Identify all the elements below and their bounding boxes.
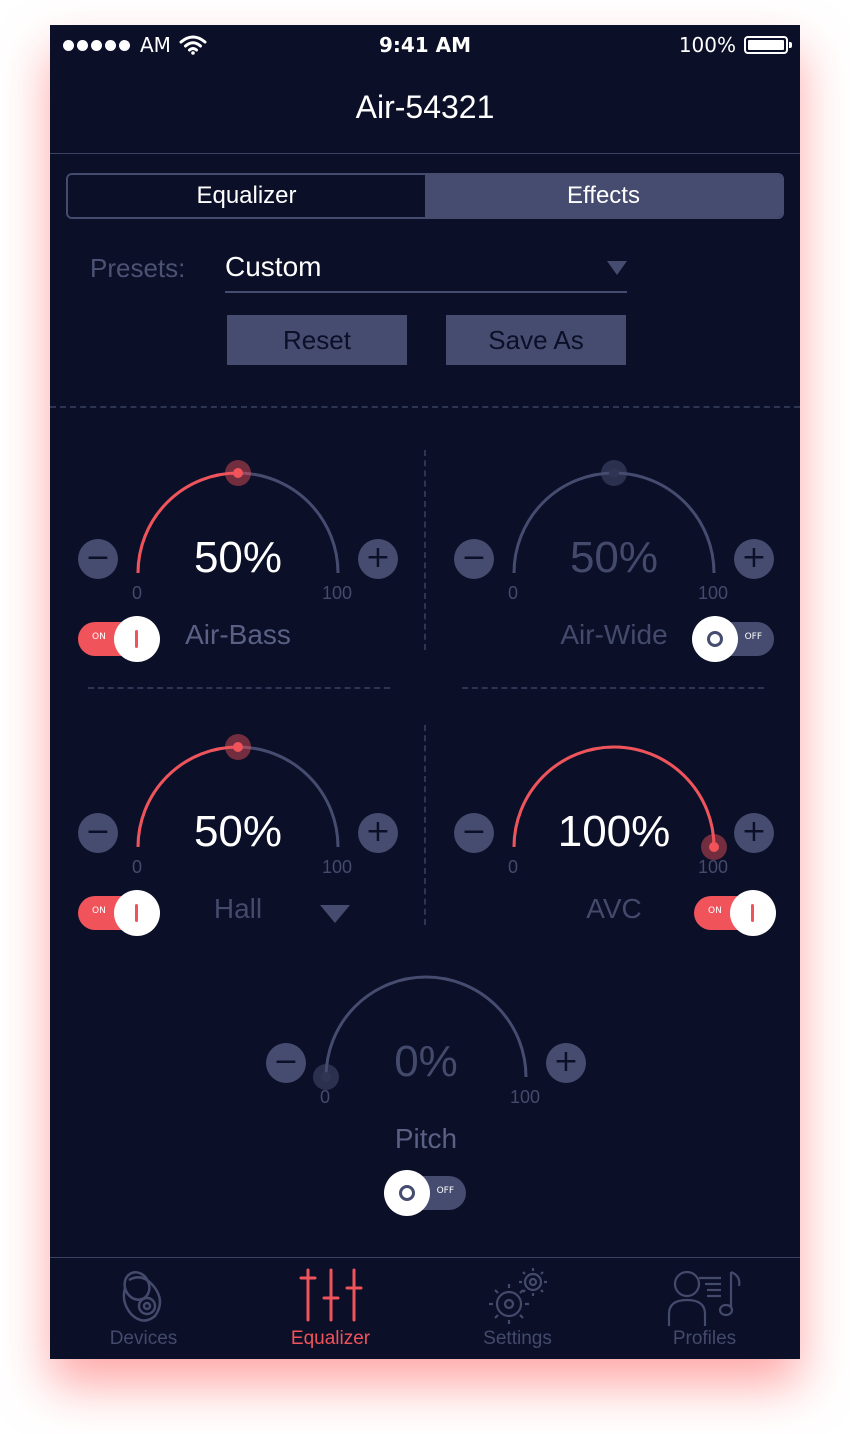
gear-icon [488,1268,547,1324]
pitch-toggle[interactable]: OFF [384,1170,466,1216]
tab-profiles[interactable]: Profiles [611,1258,798,1359]
toggle-thumb [384,1170,430,1216]
phone-screen: AM 9:41 AM 100% Air-54321 Equalizer Effe… [50,25,800,1359]
tab-settings[interactable]: Settings [424,1258,611,1359]
pitch-decrease-button[interactable]: − [266,1043,306,1083]
toggle-state: OFF [436,1186,454,1196]
profile-music-icon [667,1270,740,1326]
pitch-dial[interactable] [50,25,800,1359]
pitch-max: 100 [510,1087,541,1107]
tab-equalizer-nav[interactable]: Equalizer [237,1258,424,1359]
pitch-label: Pitch [394,1123,458,1154]
bottom-tab-bar: Devices Equalizer Settings Profiles [50,1257,800,1359]
tab-devices-label: Devices [109,1328,178,1349]
pitch-min: 0 [320,1087,331,1107]
pitch-value: 0% [394,1037,458,1086]
tab-equalizer-label: Equalizer [290,1328,371,1349]
speaker-device-icon [122,1271,161,1322]
tab-settings-label: Settings [483,1328,552,1349]
tab-devices[interactable]: Devices [50,1258,237,1359]
pitch-increase-button[interactable]: + [546,1043,586,1083]
tab-profiles-label: Profiles [672,1328,737,1349]
equalizer-sliders-icon [299,1268,362,1322]
